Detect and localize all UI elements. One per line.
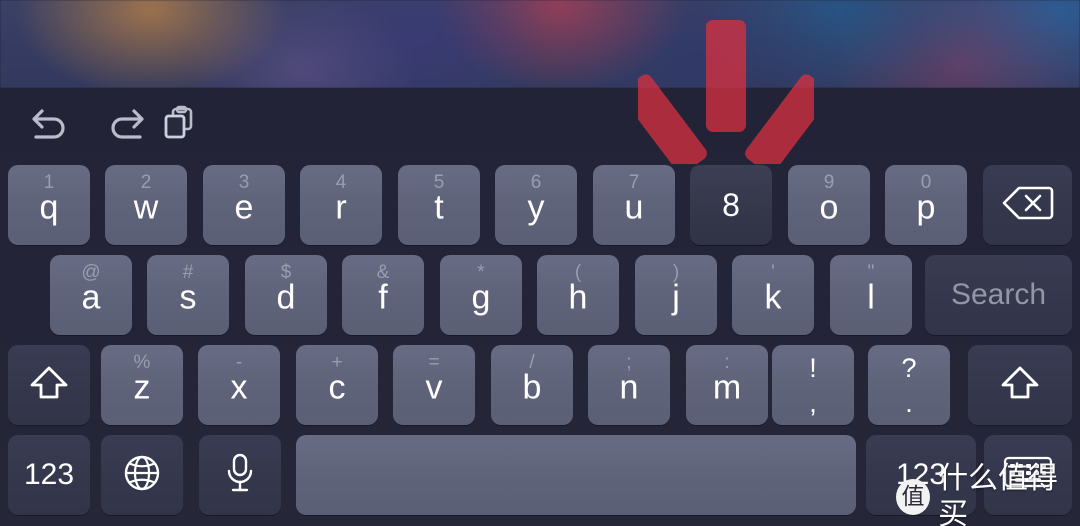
key-d-label: d bbox=[276, 278, 296, 317]
key-c-label: c bbox=[328, 368, 346, 407]
key-w-label: w bbox=[133, 188, 159, 227]
key-x-label: x bbox=[230, 368, 248, 407]
numeric-switch-left-key[interactable]: 123 bbox=[8, 435, 90, 515]
key-r-label: r bbox=[335, 188, 347, 227]
key-j[interactable]: ) j bbox=[635, 255, 717, 335]
key-l[interactable]: " l bbox=[830, 255, 912, 335]
key-b[interactable]: / b bbox=[491, 345, 573, 425]
key-a-label: a bbox=[81, 278, 101, 317]
paste-button[interactable] bbox=[150, 94, 208, 152]
key-r[interactable]: 4 r bbox=[300, 165, 382, 245]
key-question-period[interactable]: ? . bbox=[868, 345, 950, 425]
dictation-key[interactable] bbox=[199, 435, 281, 515]
key-comma-label: , bbox=[809, 388, 817, 418]
key-v[interactable]: = v bbox=[393, 345, 475, 425]
search-key[interactable]: Search bbox=[925, 255, 1072, 335]
key-i-pressed-label: 8 bbox=[722, 187, 740, 223]
key-j-label: j bbox=[672, 278, 680, 317]
key-h[interactable]: ( h bbox=[537, 255, 619, 335]
key-w[interactable]: 2 w bbox=[105, 165, 187, 245]
key-o-label: o bbox=[819, 188, 839, 227]
key-m-label: m bbox=[712, 368, 742, 407]
shift-up-arrow-icon bbox=[27, 363, 71, 408]
key-a[interactable]: @ a bbox=[50, 255, 132, 335]
shift-left-key[interactable] bbox=[8, 345, 90, 425]
redo-button[interactable] bbox=[97, 94, 155, 152]
key-t-label: t bbox=[434, 188, 444, 227]
key-h-label: h bbox=[568, 278, 588, 317]
key-y[interactable]: 6 y bbox=[495, 165, 577, 245]
key-l-label: l bbox=[867, 278, 875, 317]
key-e-label: e bbox=[234, 188, 254, 227]
key-t[interactable]: 5 t bbox=[398, 165, 480, 245]
key-s[interactable]: # s bbox=[147, 255, 229, 335]
watermark-logo: 值 bbox=[896, 479, 931, 515]
key-exclam-label: ! bbox=[809, 353, 817, 383]
key-s-label: s bbox=[179, 278, 197, 317]
key-f-label: f bbox=[378, 278, 388, 317]
key-d[interactable]: $ d bbox=[245, 255, 327, 335]
backspace-key[interactable] bbox=[983, 165, 1072, 245]
watermark-text: 什么值得买 bbox=[938, 461, 1059, 526]
key-question-label: ? bbox=[901, 353, 917, 383]
key-period-label: . bbox=[905, 388, 913, 418]
key-m[interactable]: : m bbox=[686, 345, 768, 425]
shift-right-key[interactable] bbox=[968, 345, 1072, 425]
shift-up-arrow-icon bbox=[998, 363, 1042, 408]
watermark: 值 什么值得买 bbox=[896, 461, 1080, 526]
key-y-label: y bbox=[527, 188, 545, 227]
key-i-pressed[interactable]: 8 bbox=[690, 165, 772, 245]
globe-key[interactable] bbox=[101, 435, 183, 515]
key-u[interactable]: 7 u bbox=[593, 165, 675, 245]
key-z[interactable]: % z bbox=[101, 345, 183, 425]
key-p-label: p bbox=[916, 188, 936, 227]
key-x[interactable]: - x bbox=[198, 345, 280, 425]
undo-icon bbox=[28, 106, 72, 140]
key-g-label: g bbox=[471, 278, 491, 317]
key-b-label: b bbox=[522, 368, 542, 407]
key-k-label: k bbox=[764, 278, 782, 317]
backspace-icon bbox=[1001, 184, 1055, 227]
space-key[interactable] bbox=[296, 435, 856, 515]
paste-icon bbox=[161, 105, 197, 141]
key-v-label: v bbox=[425, 368, 443, 407]
key-z-label: z bbox=[133, 368, 151, 407]
screenshot-root: 1 q 2 w 3 e 4 r 5 t 6 y 7 u 8 9 o 0 p @ … bbox=[0, 0, 1080, 526]
key-e[interactable]: 3 e bbox=[203, 165, 285, 245]
microphone-icon bbox=[223, 452, 257, 499]
numeric-switch-left-label: 123 bbox=[23, 458, 75, 491]
key-u-label: u bbox=[624, 188, 644, 227]
keyboard-toolbar bbox=[0, 88, 1080, 158]
key-f[interactable]: & f bbox=[342, 255, 424, 335]
key-q[interactable]: 1 q bbox=[8, 165, 90, 245]
key-k[interactable]: ' k bbox=[732, 255, 814, 335]
key-p[interactable]: 0 p bbox=[885, 165, 967, 245]
redo-icon bbox=[104, 106, 148, 140]
key-q-label: q bbox=[39, 188, 59, 227]
blurred-wallpaper-background bbox=[0, 0, 1080, 88]
ios-keyboard-panel: 1 q 2 w 3 e 4 r 5 t 6 y 7 u 8 9 o 0 p @ … bbox=[0, 88, 1080, 526]
undo-button[interactable] bbox=[21, 94, 79, 152]
key-n-label: n bbox=[619, 368, 639, 407]
key-g[interactable]: * g bbox=[440, 255, 522, 335]
key-n[interactable]: ; n bbox=[588, 345, 670, 425]
globe-icon bbox=[122, 453, 162, 498]
search-key-label: Search bbox=[950, 278, 1047, 311]
key-o[interactable]: 9 o bbox=[788, 165, 870, 245]
key-c[interactable]: + c bbox=[296, 345, 378, 425]
key-exclam-comma[interactable]: ! , bbox=[772, 345, 854, 425]
